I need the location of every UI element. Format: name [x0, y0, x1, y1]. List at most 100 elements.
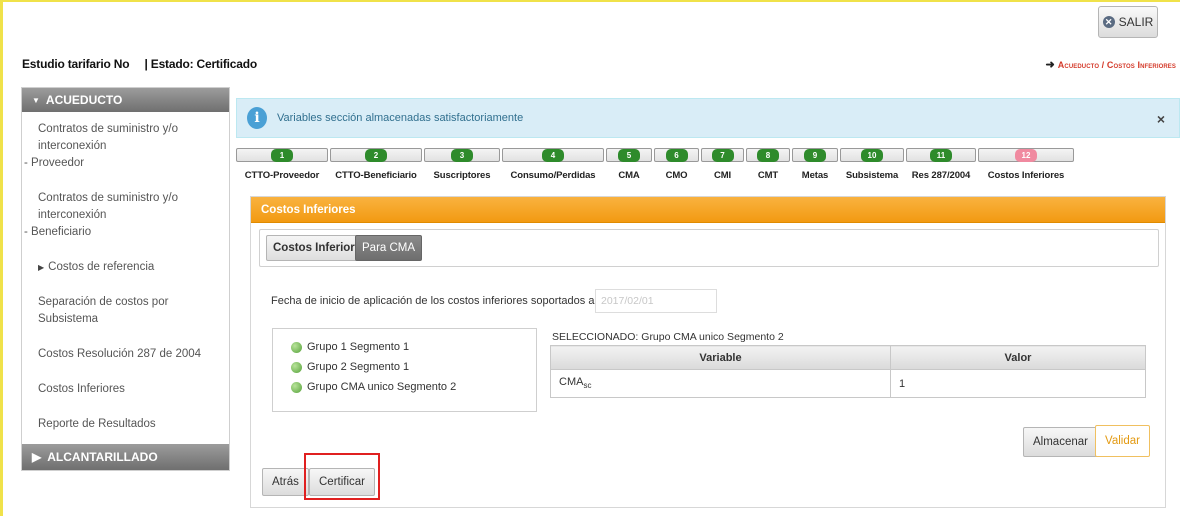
atras-button[interactable]: Atrás — [262, 468, 309, 496]
tab-bar: Costos Inferiores Para CMA — [259, 229, 1159, 267]
sidebar-item-ctto-beneficiario[interactable]: Contratos de suministro y/o interconexió… — [22, 181, 229, 250]
salir-button[interactable]: ✕ SALIR — [1098, 6, 1158, 38]
caret-right-icon: ▶ — [38, 263, 45, 272]
wizard-step[interactable]: 9 Metas — [792, 148, 838, 188]
wizard-step[interactable]: 6 CMO — [654, 148, 699, 188]
sidebar-item-label: - Proveedor — [24, 157, 85, 169]
step-label: CMA — [618, 170, 640, 181]
step-bar: 7 — [701, 148, 744, 162]
step-number: 12 — [1015, 149, 1037, 162]
step-label: CMI — [713, 170, 732, 181]
breadcrumb[interactable]: ➜ Acueducto / Costos Inferiores — [1045, 58, 1176, 71]
wizard-step[interactable]: 7 CMI — [701, 148, 744, 188]
variable-cell: CMAsc — [550, 369, 891, 398]
step-bar: 5 — [606, 148, 652, 162]
step-number: 1 — [271, 149, 293, 162]
sidebar-item-ctto-proveedor[interactable]: Contratos de suministro y/o interconexió… — [22, 112, 229, 181]
step-bar: 11 — [906, 148, 976, 162]
step-bar: 2 — [330, 148, 422, 162]
variable-name: CMA — [559, 376, 584, 389]
step-number: 5 — [618, 149, 640, 162]
wizard-step[interactable]: 10 Subsistema — [840, 148, 904, 188]
wizard-steps: 1 CTTO-Proveedor 2 CTTO-Beneficiario 3 Suscri… — [236, 148, 1086, 188]
list-item[interactable]: Grupo CMA unico Segmento 2 — [273, 377, 536, 397]
wizard-step[interactable]: 4 Consumo/Perdidas — [502, 148, 604, 188]
green-dot-icon — [291, 361, 302, 373]
step-bar: 6 — [654, 148, 699, 162]
sidebar-item-costos-referencia[interactable]: ▶ Costos de referencia — [22, 250, 229, 285]
sidebar-item-label: Contratos de suministro y/o interconexió… — [38, 123, 178, 152]
step-number: 7 — [711, 149, 734, 162]
step-label: Suscriptores — [433, 170, 491, 181]
sidebar-section-label: ACUEDUCTO — [45, 93, 123, 107]
step-label: Subsistema — [845, 170, 899, 181]
close-circle-icon: ✕ — [1102, 16, 1115, 28]
sidebar-item-costos-287[interactable]: Costos Resolución 287 de 2004 — [22, 337, 229, 372]
step-number: 2 — [365, 149, 387, 162]
close-icon[interactable]: × — [1157, 111, 1165, 127]
almacenar-button[interactable]: Almacenar — [1023, 427, 1098, 457]
wizard-step[interactable]: 12 Costos Inferiores — [978, 148, 1074, 188]
sidebar-item-label: - Beneficiario — [24, 226, 92, 238]
panel-title: Costos Inferiores — [251, 197, 1165, 223]
step-number: 9 — [804, 149, 826, 162]
sidebar-item-separacion-costos[interactable]: Separación de costos por Subsistema — [22, 285, 229, 337]
step-bar: 12 — [978, 148, 1074, 162]
sidebar-item-label: Costos Resolución 287 de 2004 — [38, 348, 202, 360]
group-label: Grupo 2 Segmento 1 — [307, 361, 410, 373]
column-header-variable: Variable — [550, 345, 891, 370]
wizard-step[interactable]: 1 CTTO-Proveedor — [236, 148, 328, 188]
fecha-field[interactable] — [595, 289, 717, 313]
sidebar: ▼ ACUEDUCTO Contratos de suministro y/o … — [21, 87, 230, 471]
step-label: CMT — [757, 170, 779, 181]
estado-label: | Estado: Certificado — [144, 57, 257, 71]
arrow-right-icon: ➜ — [1045, 59, 1055, 71]
valor-cell[interactable]: 1 — [890, 369, 1146, 398]
step-bar: 3 — [424, 148, 500, 162]
sidebar-item-reporte-resultados[interactable]: Reporte de Resultados — [22, 407, 229, 442]
tab-para-cma[interactable]: Para CMA — [355, 235, 423, 261]
list-item[interactable]: Grupo 1 Segmento 1 — [273, 337, 536, 357]
step-bar: 4 — [502, 148, 604, 162]
sidebar-section-acueducto[interactable]: ▼ ACUEDUCTO — [22, 88, 229, 112]
step-bar: 9 — [792, 148, 838, 162]
table-header-row: Variable Valor — [550, 345, 1146, 370]
group-label: Grupo 1 Segmento 1 — [307, 341, 410, 353]
info-icon: i — [247, 107, 267, 129]
list-item[interactable]: Grupo 2 Segmento 1 — [273, 357, 536, 377]
breadcrumb-text: Acueducto / Costos Inferiores — [1057, 60, 1176, 70]
sidebar-item-label: Contratos de suministro y/o interconexió… — [38, 192, 178, 221]
wizard-step[interactable]: 11 Res 287/2004 — [906, 148, 976, 188]
step-label: Metas — [801, 170, 829, 181]
wizard-step[interactable]: 3 Suscriptores — [424, 148, 500, 188]
wizard-step[interactable]: 8 CMT — [746, 148, 790, 188]
sidebar-section-alcantarillado[interactable]: ▶ ALCANTARILLADO — [22, 444, 229, 470]
column-header-valor: Valor — [890, 345, 1146, 370]
variable-subscript: sc — [583, 381, 592, 391]
step-number: 3 — [451, 149, 473, 162]
table-row: CMAsc 1 — [550, 369, 1146, 398]
step-label: Consumo/Perdidas — [510, 170, 596, 181]
sidebar-item-label: Reporte de Resultados — [38, 418, 156, 430]
validar-button[interactable]: Validar — [1095, 425, 1150, 457]
green-dot-icon — [291, 341, 302, 353]
step-bar: 8 — [746, 148, 790, 162]
certificar-button[interactable]: Certificar — [309, 468, 376, 496]
wizard-step[interactable]: 2 CTTO-Beneficiario — [330, 148, 422, 188]
step-number: 6 — [665, 149, 688, 162]
caret-down-icon: ▼ — [32, 95, 40, 105]
sidebar-item-label: Costos Inferiores — [38, 383, 125, 395]
step-label: Res 287/2004 — [911, 170, 971, 181]
wizard-step[interactable]: 5 CMA — [606, 148, 652, 188]
estudio-label: Estudio tarifario No — [22, 57, 130, 71]
step-label: CTTO-Proveedor — [244, 170, 320, 181]
step-number: 4 — [542, 149, 564, 162]
group-list: Grupo 1 Segmento 1 Grupo 2 Segmento 1 Gr… — [272, 328, 537, 412]
step-bar: 10 — [840, 148, 904, 162]
step-label: Costos Inferiores — [987, 170, 1065, 181]
variables-table: Variable Valor CMAsc 1 — [550, 345, 1146, 398]
alert-message: Variables sección almacenadas satisfacto… — [277, 112, 524, 124]
sidebar-item-costos-inferiores[interactable]: Costos Inferiores — [22, 372, 229, 407]
green-dot-icon — [291, 381, 302, 393]
step-number: 10 — [861, 149, 883, 162]
